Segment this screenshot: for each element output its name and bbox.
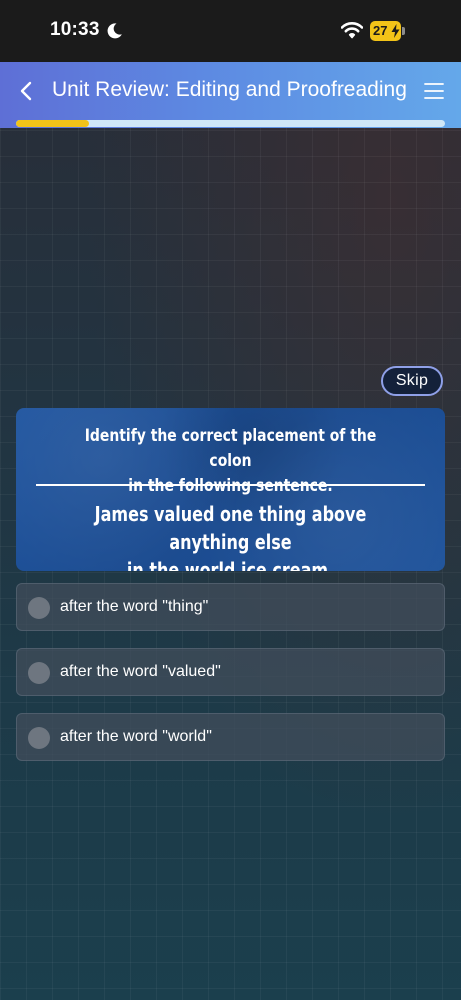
- question-prompt: Identify the correct placement of the co…: [71, 424, 390, 499]
- back-chevron-icon[interactable]: [17, 80, 37, 102]
- status-time: 10:33: [50, 19, 100, 40]
- battery-cap: [402, 27, 405, 35]
- answer-option-thing[interactable]: after the word "thing": [16, 583, 445, 631]
- skip-button[interactable]: Skip: [381, 366, 443, 396]
- answer-option-label: after the word "valued": [60, 663, 221, 680]
- radio-button[interactable]: [28, 727, 50, 749]
- radio-button[interactable]: [28, 662, 50, 684]
- answer-option-label: after the word "world": [60, 728, 212, 745]
- page-title: Unit Review: Editing and Proofreading: [52, 78, 407, 101]
- question-card: Identify the correct placement of the co…: [16, 408, 445, 571]
- question-sentence-line-1: James valued one thing above anything el…: [94, 502, 367, 554]
- wifi-icon: [341, 22, 363, 39]
- charging-bolt-icon: [391, 24, 400, 38]
- question-prompt-line-1: Identify the correct placement of the co…: [84, 426, 377, 471]
- question-divider: [36, 484, 425, 486]
- progress-fill: [16, 120, 89, 127]
- radio-button[interactable]: [28, 597, 50, 619]
- moon-icon: [107, 23, 122, 39]
- answer-option-valued[interactable]: after the word "valued": [16, 648, 445, 696]
- question-sentence: James valued one thing above anything el…: [67, 500, 394, 571]
- question-sentence-line-2: in the world ice cream.: [126, 558, 335, 571]
- answer-option-label: after the word "thing": [60, 598, 209, 615]
- question-prompt-line-2: in the following sentence.: [128, 476, 333, 496]
- progress-bar: [16, 120, 445, 127]
- status-bar: 10:33 27: [0, 0, 461, 62]
- hamburger-menu-icon[interactable]: [424, 82, 444, 100]
- answer-option-world[interactable]: after the word "world": [16, 713, 445, 761]
- header-bar: Unit Review: Editing and Proofreading: [0, 62, 461, 128]
- battery-icon: 27: [370, 21, 406, 41]
